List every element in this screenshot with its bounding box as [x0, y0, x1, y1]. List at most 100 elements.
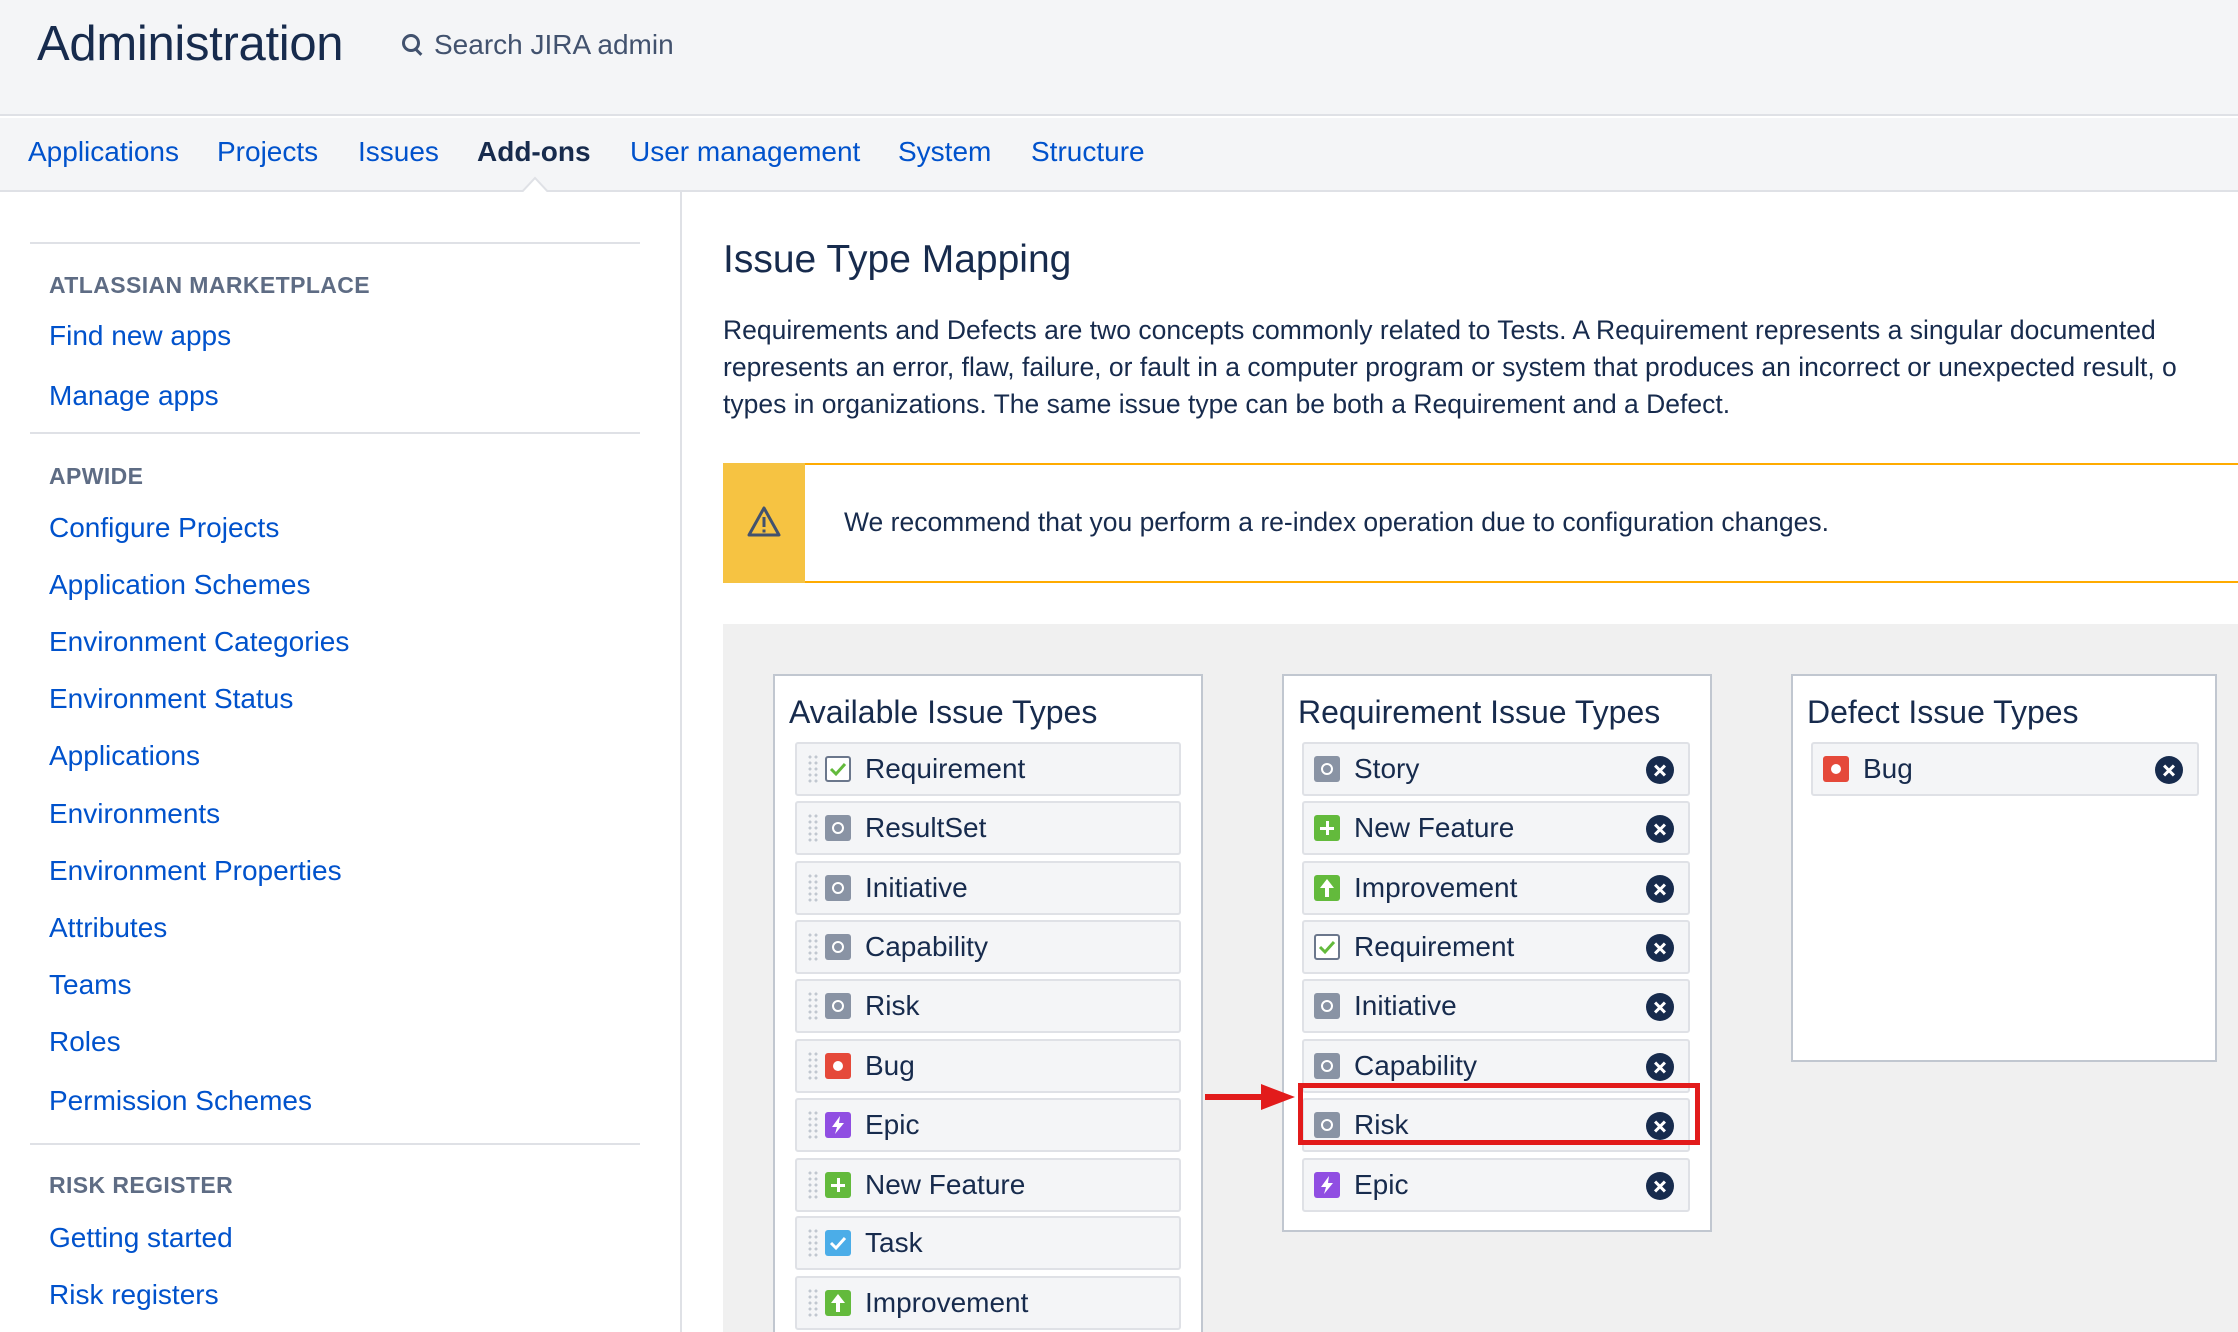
sidebar-link-roles[interactable]: Roles: [49, 1026, 121, 1058]
remove-icon[interactable]: [1646, 1172, 1674, 1200]
tab-projects[interactable]: Projects: [217, 136, 318, 168]
item-label: Requirement: [865, 753, 1026, 784]
item-label: Initiative: [1354, 990, 1457, 1021]
page-heading: Administration: [37, 17, 344, 71]
available-item-initiative[interactable]: Initiative: [795, 861, 1181, 915]
sidebar-link-environments[interactable]: Environments: [49, 798, 220, 830]
admin-search[interactable]: [398, 24, 818, 66]
item-label: Initiative: [865, 872, 968, 903]
search-icon: [398, 30, 428, 60]
sidebar-link-attributes[interactable]: Attributes: [49, 912, 167, 944]
available-item-bug[interactable]: Bug: [795, 1039, 1181, 1093]
warning-icon: [747, 506, 781, 537]
available-item-resultset[interactable]: ResultSet: [795, 801, 1181, 855]
sidebar-heading-risk-register: RISK REGISTER: [49, 1172, 234, 1198]
description-line: Requirements and Defects are two concept…: [723, 315, 2156, 345]
drag-handle-icon[interactable]: [807, 873, 819, 903]
sidebar-link-getting-started[interactable]: Getting started: [49, 1222, 233, 1254]
tab-applications[interactable]: Applications: [28, 136, 179, 168]
bug-icon: [1823, 756, 1849, 782]
mapping-area: Available Issue Types Requirement Result…: [723, 624, 2238, 1332]
gray-issue-icon: [1314, 1053, 1340, 1079]
remove-icon[interactable]: [1646, 993, 1674, 1021]
new-feature-icon: [825, 1172, 851, 1198]
sidebar-link-environment-status[interactable]: Environment Status: [49, 683, 293, 715]
sidebar-link-environment-properties[interactable]: Environment Properties: [49, 855, 342, 887]
sidebar-link-manage-apps[interactable]: Manage apps: [49, 380, 219, 412]
annotation-arrow-icon: [1205, 1084, 1295, 1110]
tab-system[interactable]: System: [898, 136, 991, 168]
sidebar-heading-marketplace: ATLASSIAN MARKETPLACE: [49, 272, 371, 298]
sidebar-link-find-new-apps[interactable]: Find new apps: [49, 320, 231, 352]
drag-handle-icon[interactable]: [807, 813, 819, 843]
requirement-item-story[interactable]: Story: [1302, 742, 1690, 796]
tab-structure[interactable]: Structure: [1031, 136, 1145, 168]
drag-handle-icon[interactable]: [807, 932, 819, 962]
sidebar-link-environment-categories[interactable]: Environment Categories: [49, 626, 349, 658]
requirement-item-requirement[interactable]: Requirement: [1302, 920, 1690, 974]
requirement-item-improvement[interactable]: Improvement: [1302, 861, 1690, 915]
available-item-capability[interactable]: Capability: [795, 920, 1181, 974]
improvement-icon: [1314, 875, 1340, 901]
tab-issues[interactable]: Issues: [358, 136, 439, 168]
remove-icon[interactable]: [2155, 756, 2183, 784]
available-item-new-feature[interactable]: New Feature: [795, 1158, 1181, 1212]
item-label: ResultSet: [865, 812, 987, 843]
requirement-panel-title: Requirement Issue Types: [1298, 694, 1661, 730]
drag-handle-icon[interactable]: [807, 991, 819, 1021]
item-label: Bug: [1863, 753, 1913, 784]
gray-issue-icon: [825, 875, 851, 901]
epic-icon: [825, 1112, 851, 1138]
gray-issue-icon: [825, 934, 851, 960]
available-item-risk[interactable]: Risk: [795, 979, 1181, 1033]
available-item-requirement[interactable]: Requirement: [795, 742, 1181, 796]
item-label: Epic: [1354, 1169, 1409, 1200]
sidebar-divider: [30, 242, 640, 244]
drag-handle-icon[interactable]: [807, 1288, 819, 1318]
tab-add-ons[interactable]: Add-ons: [477, 136, 591, 168]
gray-issue-icon: [825, 815, 851, 841]
requirement-issue-types-panel: Requirement Issue Types Story New Featur…: [1282, 674, 1712, 1232]
new-feature-icon: [1314, 815, 1340, 841]
available-item-task[interactable]: Task: [795, 1216, 1181, 1270]
sidebar-link-permission-schemes[interactable]: Permission Schemes: [49, 1085, 312, 1117]
requirement-item-epic[interactable]: Epic: [1302, 1158, 1690, 1212]
available-item-epic[interactable]: Epic: [795, 1098, 1181, 1152]
sidebar-link-configure-projects[interactable]: Configure Projects: [49, 512, 279, 544]
admin-sidebar: ATLASSIAN MARKETPLACE Find new apps Mana…: [0, 192, 682, 1332]
remove-icon[interactable]: [1646, 815, 1674, 843]
defect-issue-types-panel: Defect Issue Types Bug: [1791, 674, 2217, 1062]
sidebar-link-applications[interactable]: Applications: [49, 740, 200, 772]
task-icon: [825, 1230, 851, 1256]
bug-icon: [825, 1053, 851, 1079]
available-item-improvement[interactable]: Improvement: [795, 1276, 1181, 1330]
requirement-item-new-feature[interactable]: New Feature: [1302, 801, 1690, 855]
remove-icon[interactable]: [1646, 1053, 1674, 1081]
drag-handle-icon[interactable]: [807, 1051, 819, 1081]
drag-handle-icon[interactable]: [807, 754, 819, 784]
requirement-item-initiative[interactable]: Initiative: [1302, 979, 1690, 1033]
remove-icon[interactable]: [1646, 756, 1674, 784]
search-input[interactable]: [434, 29, 794, 61]
drag-handle-icon[interactable]: [807, 1228, 819, 1258]
drag-handle-icon[interactable]: [807, 1110, 819, 1140]
available-panel-title: Available Issue Types: [789, 694, 1098, 730]
sidebar-link-risk-registers[interactable]: Risk registers: [49, 1279, 219, 1311]
admin-nav: Applications Projects Issues Add-ons Use…: [0, 118, 2238, 192]
remove-icon[interactable]: [1646, 934, 1674, 962]
sidebar-link-application-schemes[interactable]: Application Schemes: [49, 569, 310, 601]
item-label: Capability: [1354, 1050, 1477, 1081]
item-label: Epic: [865, 1109, 920, 1140]
item-label: New Feature: [865, 1169, 1026, 1200]
item-label: Requirement: [1354, 931, 1515, 962]
sidebar-link-teams[interactable]: Teams: [49, 969, 131, 1001]
defect-item-bug[interactable]: Bug: [1811, 742, 2199, 796]
drag-handle-icon[interactable]: [807, 1170, 819, 1200]
gray-issue-icon: [825, 993, 851, 1019]
improvement-icon: [825, 1290, 851, 1316]
sidebar-divider: [30, 1143, 640, 1145]
remove-icon[interactable]: [1646, 875, 1674, 903]
tab-user-management[interactable]: User management: [630, 136, 860, 168]
page-title: Issue Type Mapping: [723, 238, 1072, 281]
description-line: types in organizations. The same issue t…: [723, 389, 1731, 419]
